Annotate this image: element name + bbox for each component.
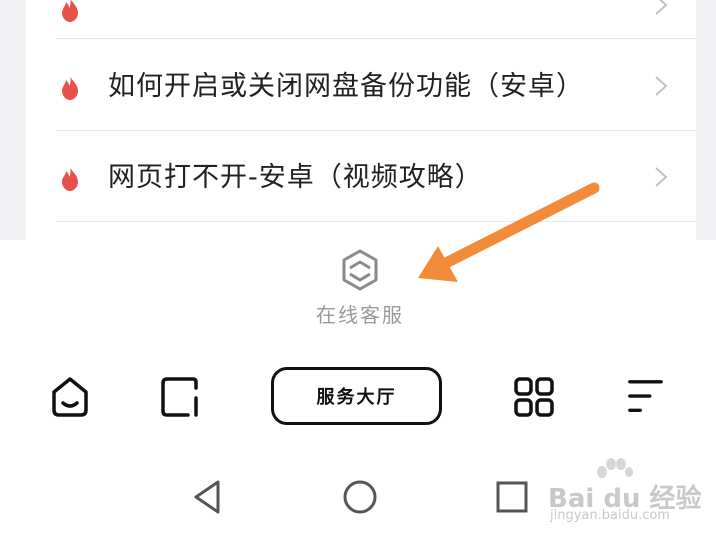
home-circle-icon[interactable]	[342, 479, 378, 515]
online-support-button[interactable]: 在线客服	[300, 248, 420, 328]
customer-service-icon	[342, 249, 378, 291]
menu-icon[interactable]	[626, 378, 666, 416]
watermark-url: jingyan.baidu.com	[550, 508, 670, 523]
chevron-right-icon	[655, 167, 668, 187]
fire-icon	[62, 0, 78, 22]
fire-icon	[62, 76, 78, 100]
list-item-label: 如何开启或关闭网盘备份功能（安卓）	[108, 71, 584, 102]
chevron-right-icon	[655, 0, 668, 15]
list-item-partial[interactable]	[56, 0, 696, 39]
list-item[interactable]: 网页打不开-安卓（视频攻略）	[56, 131, 696, 222]
grid-icon[interactable]	[514, 377, 554, 417]
recents-square-icon[interactable]	[496, 481, 528, 513]
list-item-label: 网页打不开-安卓（视频攻略）	[108, 162, 483, 193]
fire-icon	[62, 167, 78, 191]
chevron-right-icon	[655, 76, 668, 96]
home-icon[interactable]	[50, 376, 90, 418]
list-item[interactable]: 如何开启或关闭网盘备份功能（安卓）	[56, 40, 696, 131]
watermark: Bai du 经验 jingyan.baidu.com	[544, 458, 704, 528]
order-icon[interactable]	[160, 376, 202, 418]
online-support-label: 在线客服	[316, 303, 404, 327]
service-hall-button[interactable]: 服务大厅	[271, 367, 442, 425]
back-triangle-icon[interactable]	[192, 479, 222, 515]
